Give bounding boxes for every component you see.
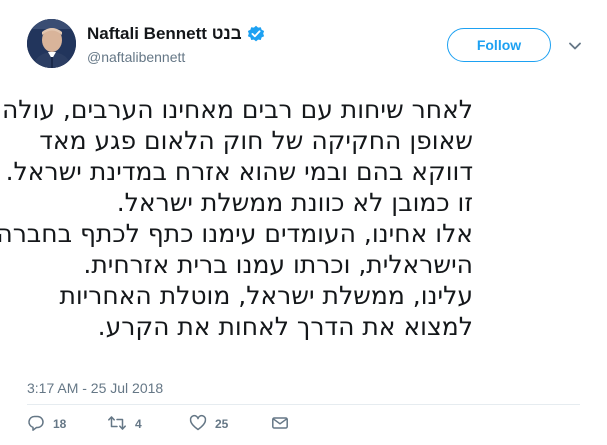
tweet-line: למצוא את הדרך לאחות את הקרע. [97, 312, 473, 341]
tweet-line: לאחר שיחות עם רבים מאחינו הערבים, עולה [1, 95, 473, 124]
heart-icon [189, 414, 207, 435]
direct-message-button[interactable] [271, 412, 289, 436]
retweet-count: 4 [135, 417, 142, 431]
reply-count: 18 [53, 417, 67, 431]
author-name-row: Naftali Bennett בנט [87, 22, 265, 46]
tweet-text: לאחר שיחות עם רבים מאחינו הערבים, עולה ש… [0, 94, 473, 342]
tweet-timestamp[interactable]: 3:17 AM - 25 Jul 2018 [27, 380, 163, 396]
tweet-card: Naftali Bennett בנט @naftalibennett Foll… [0, 0, 607, 445]
author-name[interactable]: Naftali Bennett בנט [87, 24, 242, 44]
like-count: 25 [215, 417, 229, 431]
follow-button[interactable]: Follow [447, 28, 551, 62]
verified-badge-icon [247, 25, 265, 43]
tweet-line: הישראלית, וכרתו עמנו ברית אזרחית. [83, 250, 473, 279]
tweet-line: עלינו, ממשלת ישראל, מוטלת האחריות [59, 281, 473, 310]
like-button[interactable]: 25 [189, 412, 228, 436]
tweet-line: אלו אחינו, העומדים עימנו כתף לכתף בחברה [0, 219, 473, 248]
retweet-icon [107, 414, 127, 435]
divider [27, 404, 580, 405]
tweet-line: זו כמובן לא כוונת ממשלת ישראל. [116, 188, 473, 217]
reply-button[interactable]: 18 [27, 412, 66, 436]
tweet-line: שאופן החקיקה של חוק הלאום פגע מאד [39, 126, 473, 155]
reply-icon [27, 414, 45, 435]
retweet-button[interactable]: 4 [107, 412, 142, 436]
envelope-icon [271, 414, 289, 435]
chevron-down-icon[interactable] [566, 37, 584, 55]
author-handle[interactable]: @naftalibennett [87, 49, 185, 65]
avatar[interactable] [27, 19, 76, 68]
tweet-line: דווקא בהם ובמי שהוא אזרח במדינת ישראל. [5, 157, 473, 186]
